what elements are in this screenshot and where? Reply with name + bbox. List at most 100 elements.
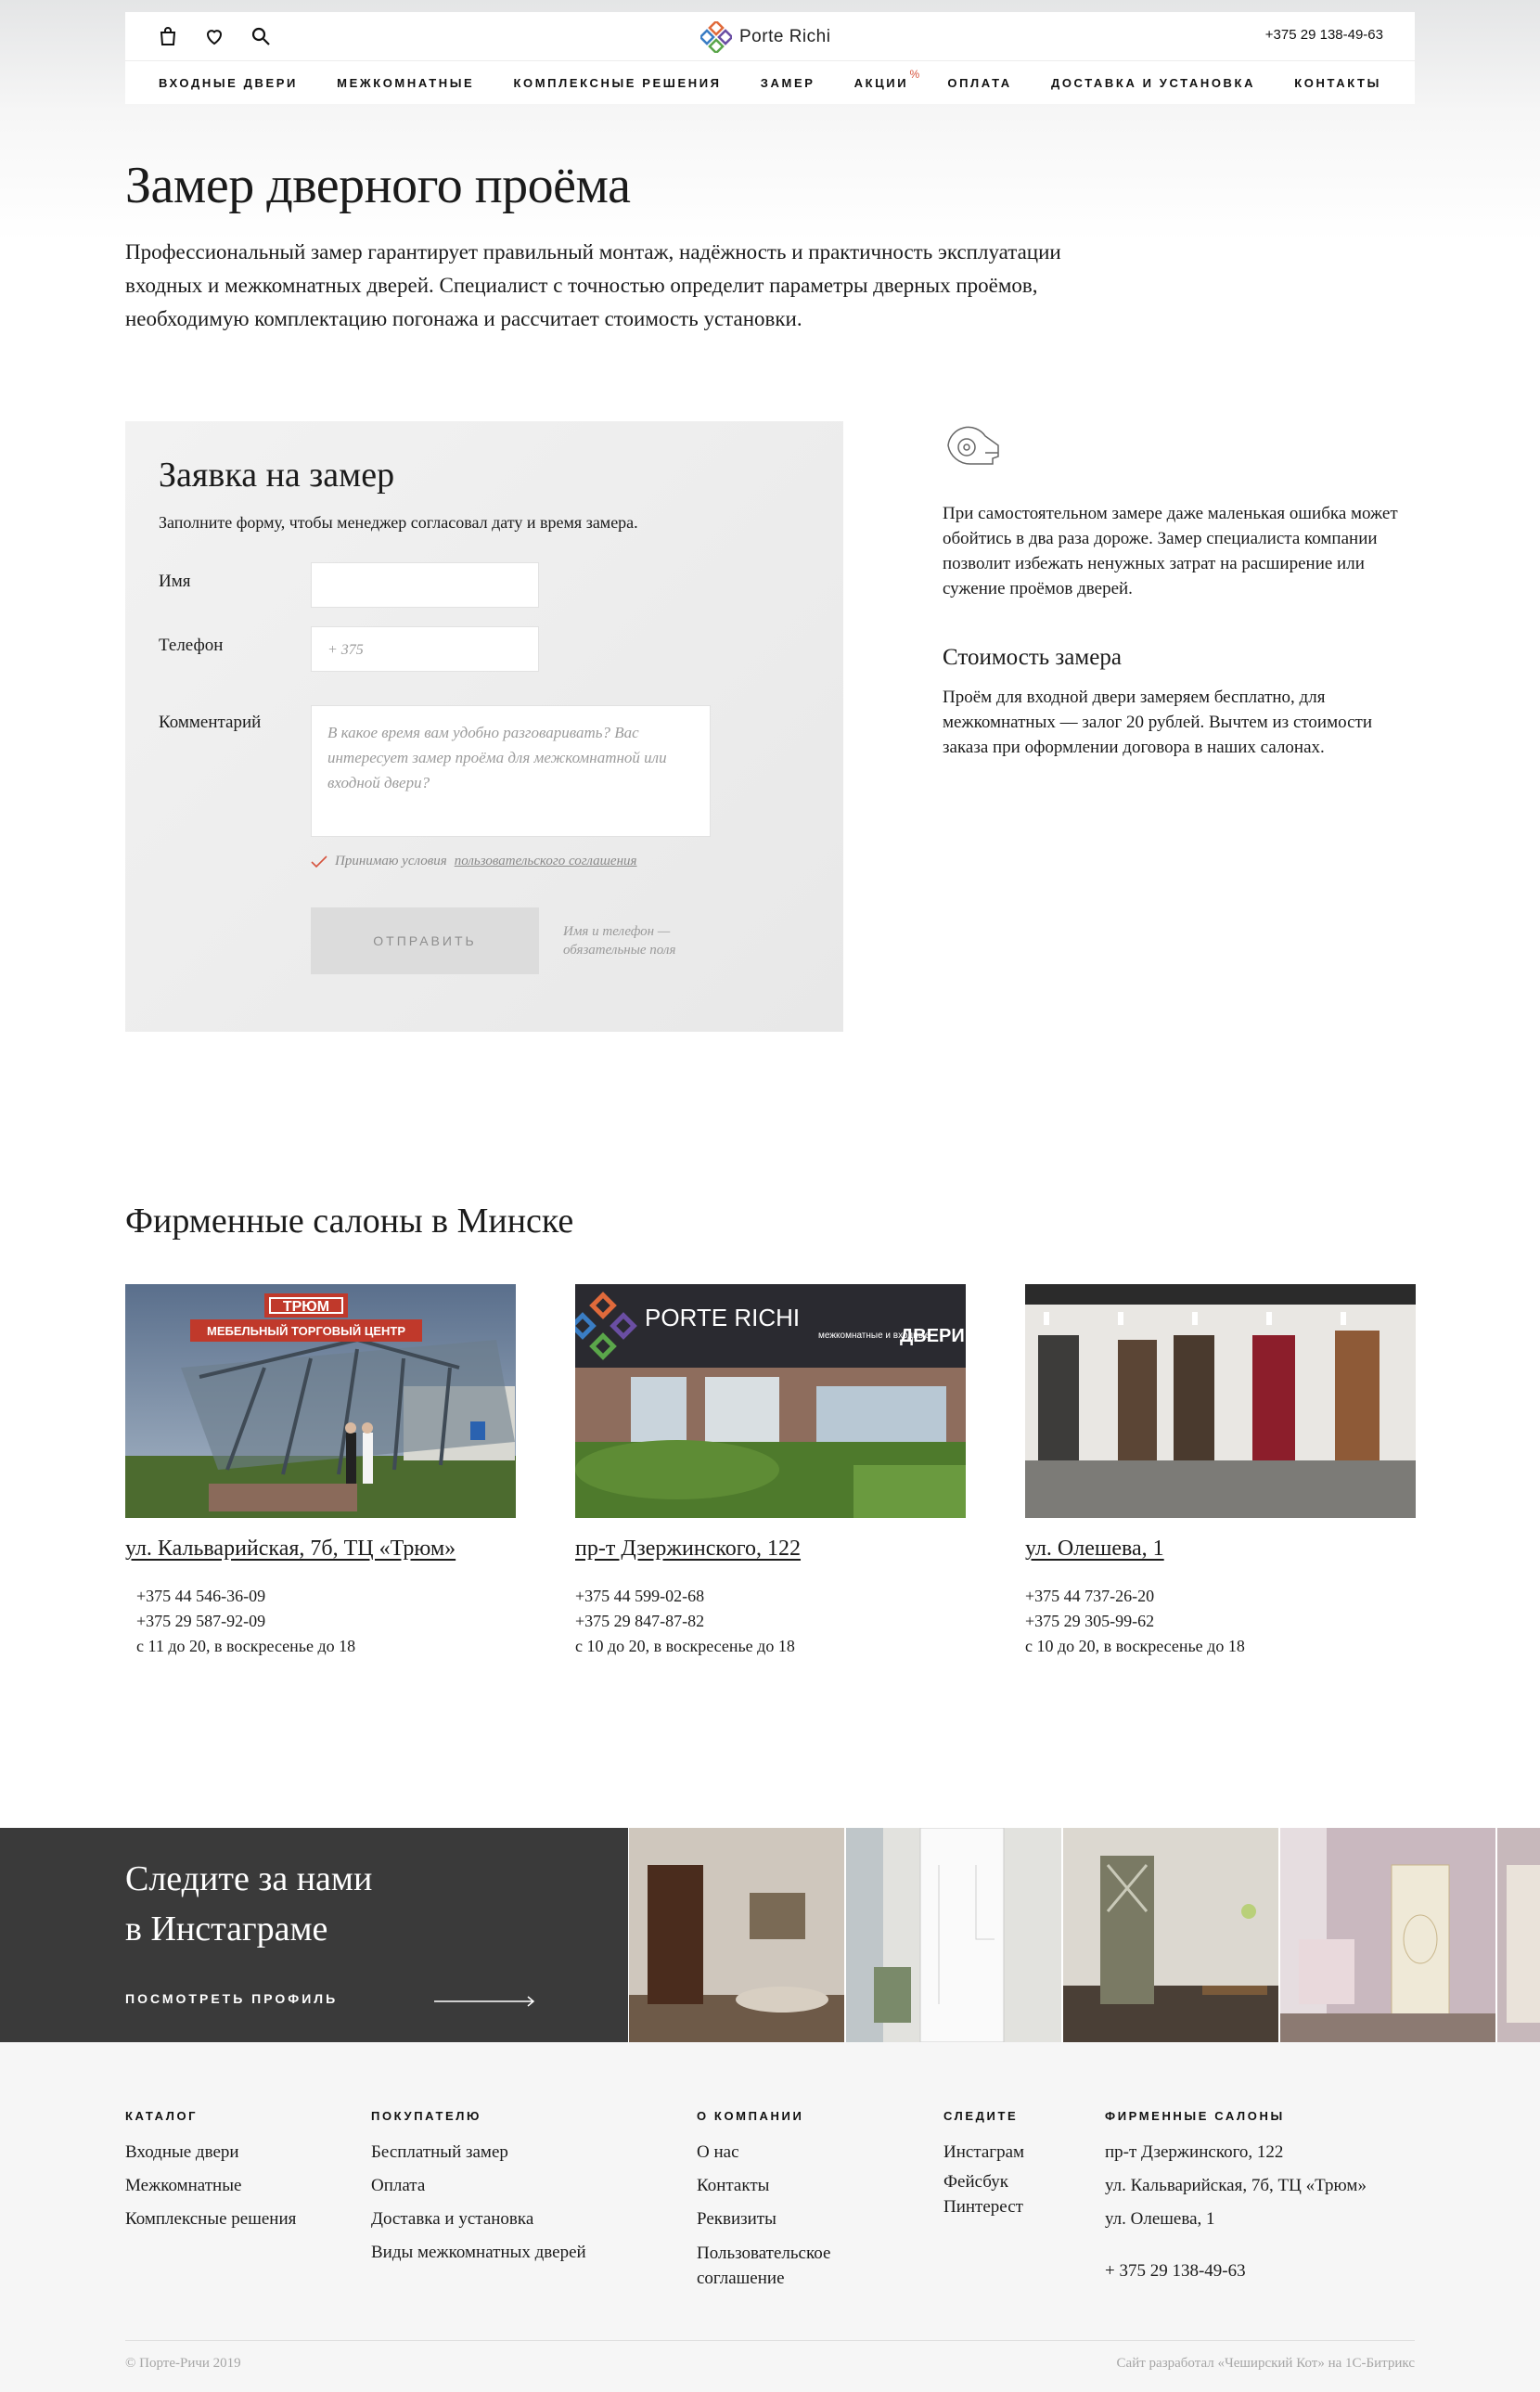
footer-link[interactable]: Инстаграм: [943, 2136, 1046, 2169]
footer-follow: СЛЕДИТЕ Инстаграм Фейсбук Пинтерест: [943, 2109, 1046, 2219]
nav-promotions[interactable]: АКЦИИ%: [853, 68, 920, 90]
page-title: Замер дверного проёма: [125, 157, 631, 214]
comment-field[interactable]: В какое время вам удобно разговаривать? …: [311, 705, 711, 837]
instagram-title: Следите за нами в Инстаграме: [125, 1854, 372, 1954]
promo-badge: %: [909, 67, 920, 81]
footer-link[interactable]: Бесплатный замер: [371, 2136, 586, 2169]
footer-phone[interactable]: + 375 29 138-49-63: [1105, 2255, 1367, 2288]
salon-phone[interactable]: +375 29 847-87-82: [575, 1609, 966, 1634]
footer-link[interactable]: Оплата: [371, 2169, 586, 2203]
footer-heading: О КОМПАНИИ: [697, 2109, 804, 2123]
nav-contacts[interactable]: КОНТАКТЫ: [1294, 76, 1381, 90]
footer-link[interactable]: пр-т Дзержинского, 122: [1105, 2136, 1367, 2169]
brand-logo[interactable]: Porte Richi: [700, 21, 830, 53]
cost-title: Стоимость замера: [943, 645, 1122, 670]
salon-phone[interactable]: +375 44 546-36-09: [136, 1584, 516, 1609]
name-field[interactable]: [311, 562, 539, 608]
footer-company: О КОМПАНИИ О нас Контакты Реквизиты Поль…: [697, 2109, 882, 2291]
trum-banner: МЕБЕЛЬНЫЙ ТОРГОВЫЙ ЦЕНТР: [207, 1324, 405, 1338]
instagram-title-line1: Следите за нами: [125, 1859, 373, 1898]
footer-link[interactable]: ул. Олешева, 1: [1105, 2203, 1367, 2236]
salon-address[interactable]: пр-т Дзержинского, 122: [575, 1537, 801, 1562]
phone-field[interactable]: + 375: [311, 626, 539, 672]
header-icons: [157, 25, 272, 47]
instagram-photo[interactable]: [1280, 1828, 1495, 2042]
nav-entrance-doors[interactable]: ВХОДНЫЕ ДВЕРИ: [159, 76, 298, 90]
salon-photo-trum[interactable]: ТРЮМ МЕБЕЛЬНЫЙ ТОРГОВЫЙ ЦЕНТР: [125, 1284, 516, 1518]
instagram-title-line2: в Инстаграме: [125, 1910, 328, 1948]
developer-credit[interactable]: Сайт разработал «Чеширский Кот» на 1С-Би…: [1117, 2356, 1415, 2372]
salon-phone[interactable]: +375 44 599-02-68: [575, 1584, 966, 1609]
instagram-photo[interactable]: [846, 1828, 1061, 2042]
footer-link[interactable]: Пользовательское соглашение: [697, 2241, 882, 2291]
tape-measure-icon: [943, 425, 1004, 487]
porte-sign: PORTE RICHI: [645, 1304, 800, 1331]
main-nav: ВХОДНЫЕ ДВЕРИ МЕЖКОМНАТНЫЕ КОМПЛЕКСНЫЕ Р…: [125, 61, 1415, 104]
footer-divider: [125, 2340, 1415, 2341]
salon-hours: с 10 до 20, в воскресенье до 18: [1025, 1637, 1245, 1655]
header-phone[interactable]: +375 29 138-49-63: [1265, 27, 1383, 43]
required-note: Имя и телефон — обязательные поля: [563, 924, 676, 958]
nav-interior-doors[interactable]: МЕЖКОМНАТНЫЕ: [337, 76, 474, 90]
nav-measurement[interactable]: ЗАМЕР: [761, 76, 815, 90]
instagram-section: Следите за нами в Инстаграме ПОСМОТРЕТЬ …: [0, 1828, 1540, 2042]
footer-gap: [1105, 2236, 1367, 2255]
footer-link[interactable]: Реквизиты: [697, 2203, 882, 2236]
footer-link[interactable]: Межкомнатные: [125, 2169, 296, 2203]
instagram-profile-link[interactable]: ПОСМОТРЕТЬ ПРОФИЛЬ: [125, 1991, 338, 2006]
salon-contacts: +375 44 599-02-68 +375 29 847-87-82 с 10…: [575, 1584, 966, 1659]
footer-link[interactable]: О нас: [697, 2136, 882, 2169]
footer-link[interactable]: Доставка и установка: [371, 2203, 586, 2236]
footer-link[interactable]: Пинтерест: [943, 2194, 1046, 2219]
header-topbar: Porte Richi +375 29 138-49-63: [125, 12, 1415, 61]
nav-promotions-label: АКЦИИ: [853, 75, 909, 90]
form-subtitle: Заполните форму, чтобы менеджер согласов…: [159, 513, 638, 532]
instagram-photo[interactable]: [1497, 1828, 1540, 2042]
salon-photo-dzerzhinskogo[interactable]: PORTE RICHI межкомнатные и входные ДВЕРИ: [575, 1284, 966, 1518]
footer-link[interactable]: Входные двери: [125, 2136, 296, 2169]
agreement-link[interactable]: пользовательского соглашения: [455, 854, 637, 869]
name-label: Имя: [159, 572, 191, 591]
footer-heading: ФИРМЕННЫЕ САЛОНЫ: [1105, 2109, 1285, 2123]
site-header: Porte Richi +375 29 138-49-63 ВХОДНЫЕ ДВ…: [125, 12, 1415, 104]
nav-complex-solutions[interactable]: КОМПЛЕКСНЫЕ РЕШЕНИЯ: [514, 76, 722, 90]
salon-photo-olesheva[interactable]: [1025, 1284, 1416, 1518]
heart-icon[interactable]: [203, 25, 225, 47]
footer-link[interactable]: Виды межкомнатных дверей: [371, 2236, 586, 2270]
instagram-photo[interactable]: [1063, 1828, 1278, 2042]
instagram-panel: Следите за нами в Инстаграме ПОСМОТРЕТЬ …: [0, 1828, 628, 2042]
instagram-photo[interactable]: [629, 1828, 844, 2042]
salon-hours: с 11 до 20, в воскресенье до 18: [136, 1637, 356, 1655]
nav-delivery[interactable]: ДОСТАВКА И УСТАНОВКА: [1051, 76, 1255, 90]
footer-heading: СЛЕДИТЕ: [943, 2109, 1019, 2123]
search-icon[interactable]: [250, 25, 272, 47]
salon-phone[interactable]: +375 44 737-26-20: [1025, 1584, 1416, 1609]
bag-icon[interactable]: [157, 25, 179, 47]
salon-hours: с 10 до 20, в воскресенье до 18: [575, 1637, 795, 1655]
check-icon: [311, 855, 327, 868]
comment-label: Комментарий: [159, 713, 262, 732]
nav-payment[interactable]: ОПЛАТА: [947, 76, 1011, 90]
salon-card: ТРЮМ МЕБЕЛЬНЫЙ ТОРГОВЫЙ ЦЕНТР ул. Кальва…: [125, 1284, 516, 1659]
submit-button[interactable]: ОТПРАВИТЬ: [311, 907, 539, 974]
footer-heading: ПОКУПАТЕЛЮ: [371, 2109, 482, 2123]
salon-contacts: +375 44 546-36-09 +375 29 587-92-09 с 11…: [125, 1584, 516, 1659]
info-paragraph: При самостоятельном замере даже маленька…: [943, 504, 1398, 598]
salon-phone[interactable]: +375 29 305-99-62: [1025, 1609, 1416, 1634]
footer-link[interactable]: Комплексные решения: [125, 2203, 296, 2236]
salon-address[interactable]: ул. Олешева, 1: [1025, 1537, 1164, 1562]
footer-buyer: ПОКУПАТЕЛЮ Бесплатный замер Оплата Доста…: [371, 2109, 586, 2270]
phone-label: Телефон: [159, 636, 224, 655]
trum-sign: ТРЮМ: [283, 1299, 329, 1315]
salon-phone[interactable]: +375 29 587-92-09: [136, 1609, 516, 1634]
agreement-checkbox[interactable]: Принимаю условия пользовательского согла…: [311, 854, 637, 869]
salon-card: ул. Олешева, 1 +375 44 737-26-20 +375 29…: [1025, 1284, 1416, 1659]
page-lead: Профессиональный замер гарантирует прави…: [125, 240, 1061, 330]
footer-link[interactable]: ул. Кальварийская, 7б, ТЦ «Трюм»: [1105, 2169, 1367, 2203]
salon-address[interactable]: ул. Кальварийская, 7б, ТЦ «Трюм»: [125, 1537, 456, 1562]
arrow-right-icon[interactable]: [434, 1996, 536, 2007]
footer-link[interactable]: Контакты: [697, 2169, 882, 2203]
salon-card: PORTE RICHI межкомнатные и входные ДВЕРИ…: [575, 1284, 966, 1659]
site-footer: КАТАЛОГ Входные двери Межкомнатные Компл…: [0, 2042, 1540, 2392]
footer-link[interactable]: Фейсбук: [943, 2169, 1046, 2194]
